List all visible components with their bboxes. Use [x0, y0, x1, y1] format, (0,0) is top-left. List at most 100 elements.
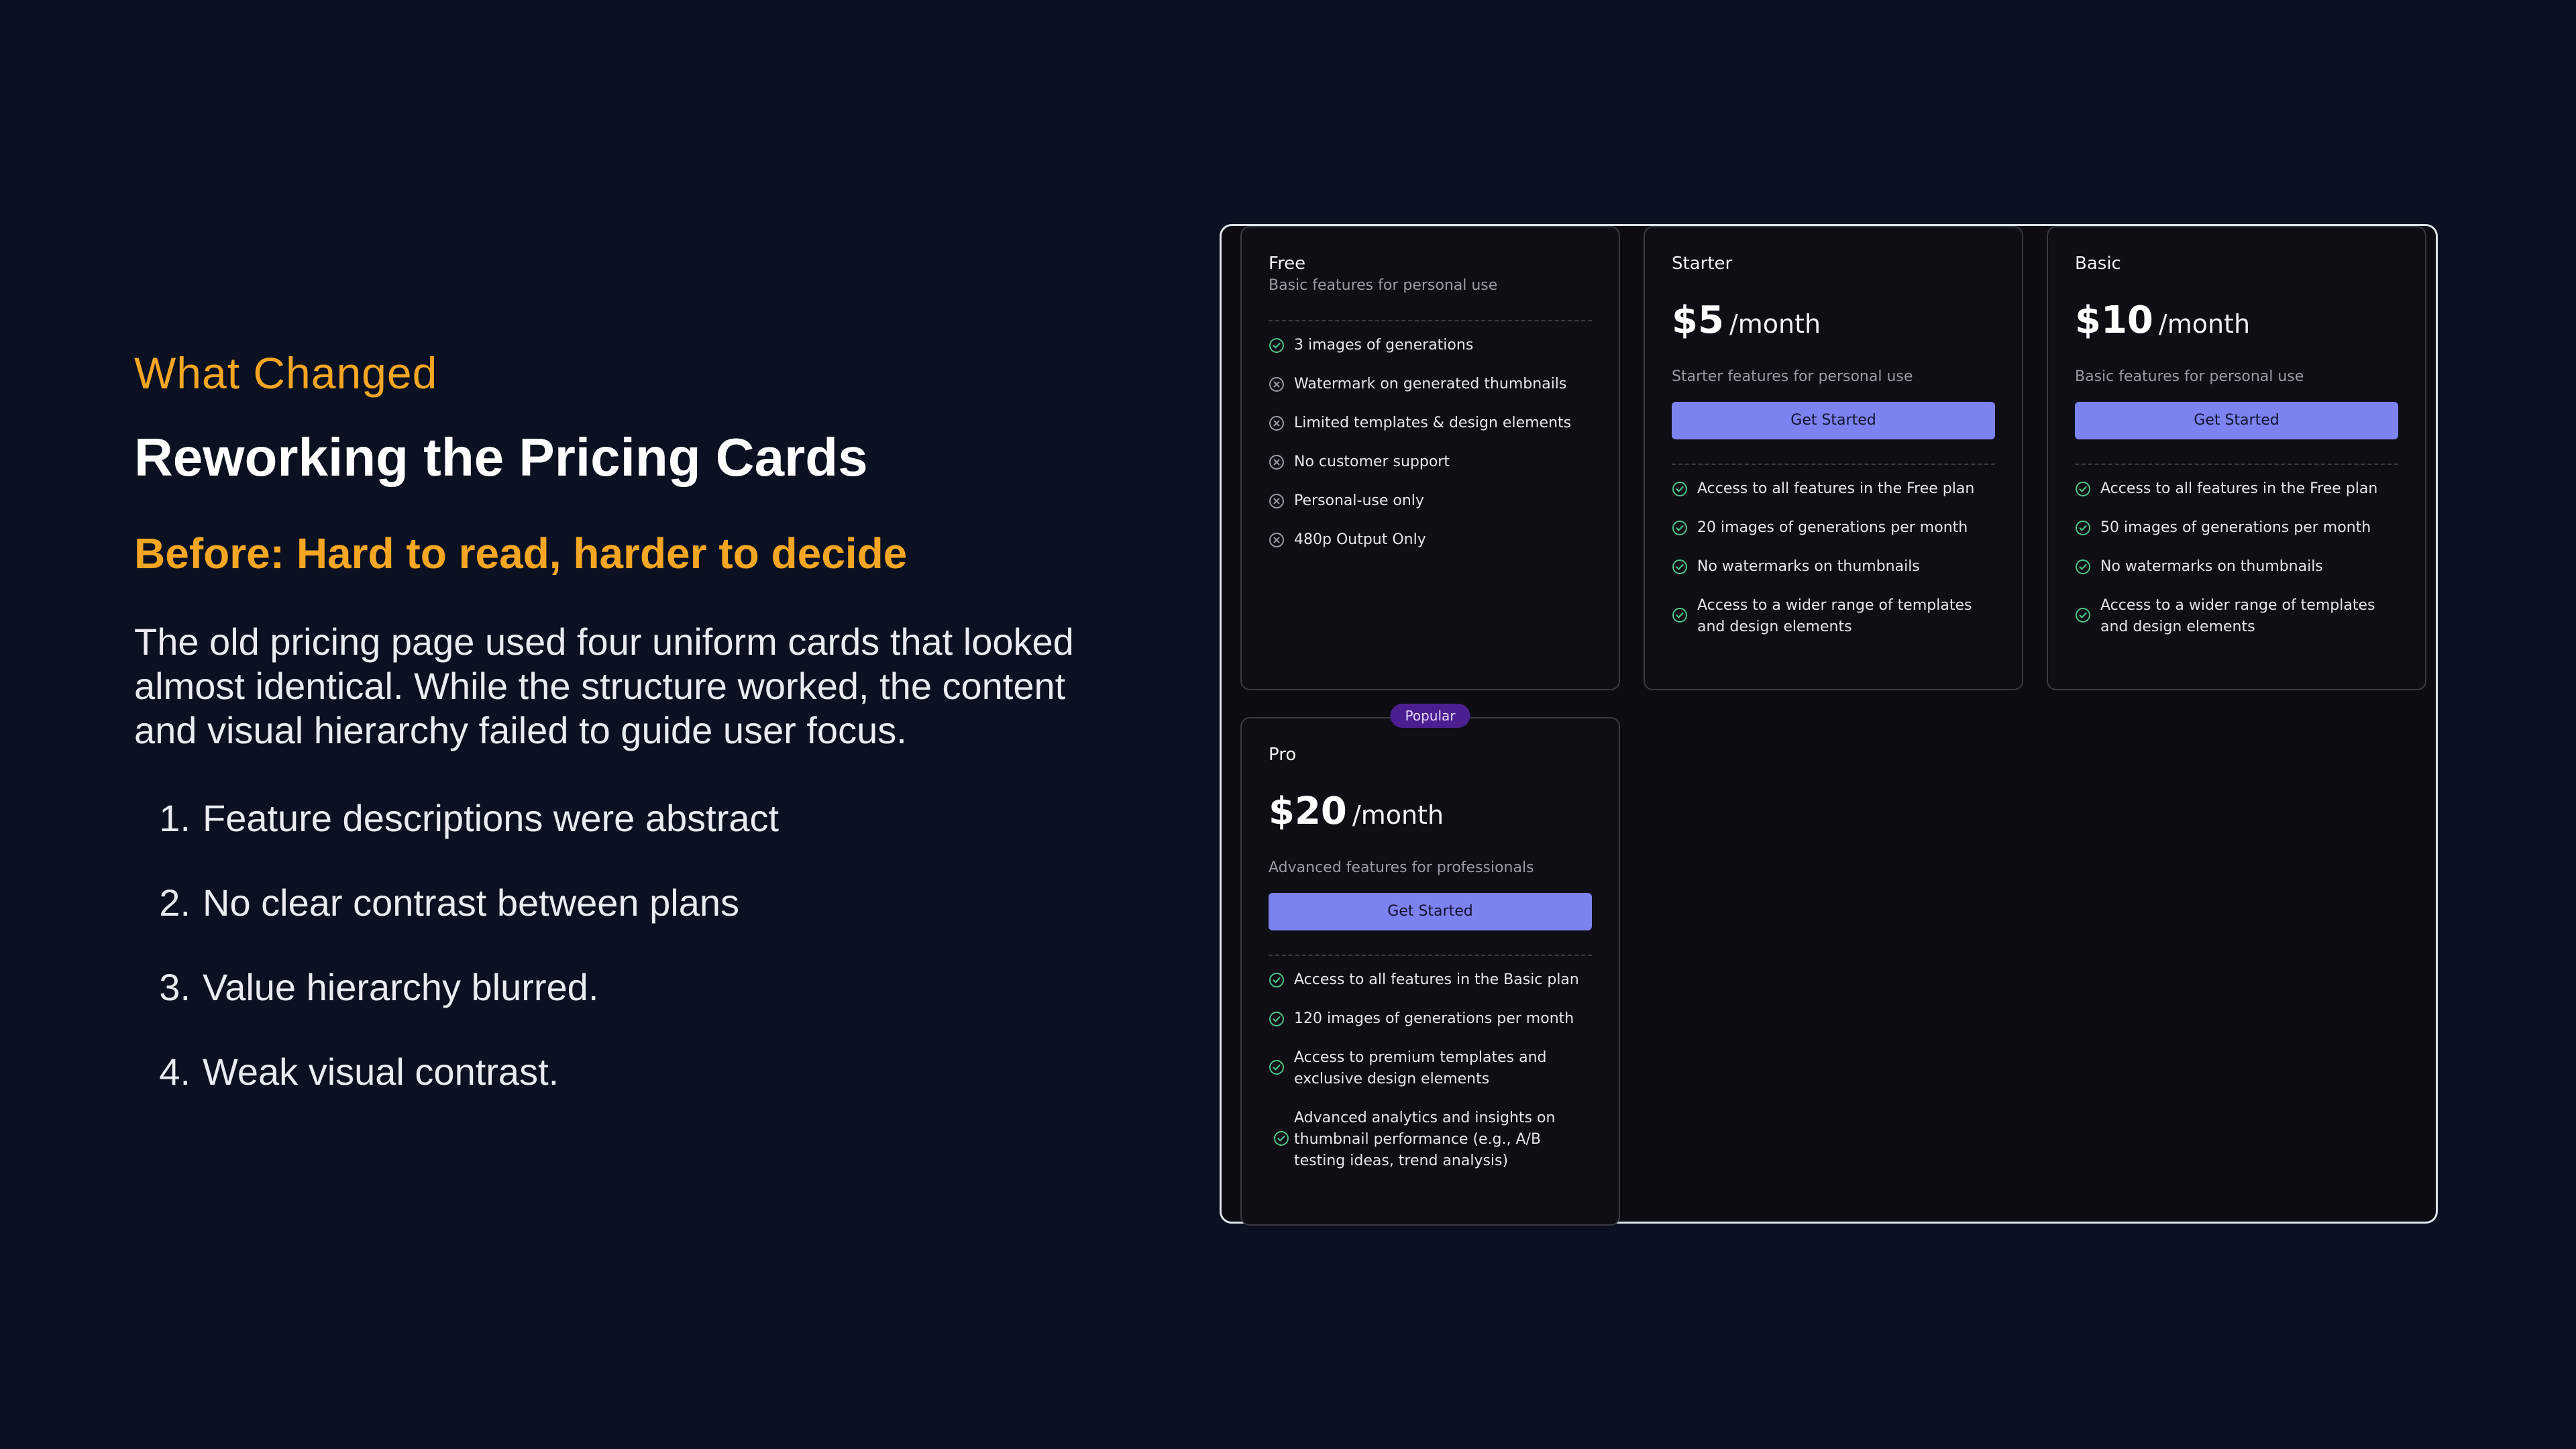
check-icon — [2075, 520, 2091, 536]
feature-text: Access to all features in the Free plan — [1697, 480, 1975, 497]
check-icon — [1672, 559, 1688, 575]
feature-text: No customer support — [1294, 453, 1450, 470]
feature-text: No watermarks on thumbnails — [1697, 558, 1920, 575]
plan-price: $5 — [1672, 299, 1724, 342]
feature-item: Access to all features in the Free plan — [2075, 478, 2398, 500]
pricing-screenshot-panel: Free Basic features for personal use 3 i… — [1220, 224, 2438, 1226]
problem-list: 1. Feature descriptions were abstract 2. N… — [145, 792, 779, 1130]
feature-text: 3 images of generations — [1294, 337, 1474, 354]
check-icon — [1273, 1130, 1289, 1146]
list-number: 3. — [159, 966, 191, 1008]
price-row: $20/month — [1269, 788, 1592, 835]
price-row: $5/month — [1672, 297, 1995, 344]
list-item: 4. Weak visual contrast. — [145, 1045, 779, 1130]
feature-text: 120 images of generations per month — [1294, 1010, 1574, 1027]
eyebrow-label: What Changed — [134, 348, 438, 398]
feature-text: Advanced analytics and insights on thumb… — [1294, 1110, 1556, 1169]
plan-period: /month — [1729, 309, 1821, 339]
feature-item: Advanced analytics and insights on thumb… — [1269, 1108, 1592, 1172]
check-icon — [2075, 559, 2091, 575]
x-circle-icon — [1269, 454, 1285, 470]
pricing-card-starter: Starter $5/month Starter features for pe… — [1644, 226, 2023, 690]
list-number: 4. — [159, 1051, 191, 1093]
feature-text: Access to all features in the Free plan — [2100, 480, 2378, 497]
get-started-button[interactable]: Get Started — [1269, 893, 1592, 930]
feature-item: 480p Output Only — [1269, 529, 1592, 551]
feature-list: Access to all features in the Free plan 5… — [2075, 478, 2398, 638]
check-icon — [1269, 337, 1285, 354]
feature-text: Access to a wider range of templates and… — [2100, 597, 2375, 635]
feature-text: 480p Output Only — [1294, 531, 1426, 548]
divider — [1672, 464, 1995, 465]
divider — [2075, 464, 2398, 465]
feature-item: 3 images of generations — [1269, 335, 1592, 356]
x-circle-icon — [1269, 376, 1285, 392]
check-icon — [1269, 1059, 1285, 1075]
feature-item: No watermarks on thumbnails — [2075, 556, 2398, 578]
get-started-button[interactable]: Get Started — [2075, 402, 2398, 439]
feature-list: Access to all features in the Basic plan… — [1269, 969, 1592, 1172]
plan-name: Free — [1269, 254, 1306, 274]
plan-price: $10 — [2075, 299, 2153, 342]
feature-item: 120 images of generations per month — [1269, 1008, 1592, 1030]
feature-item: Personal-use only — [1269, 490, 1592, 512]
pricing-card-basic: Basic $10/month Basic features for perso… — [2047, 226, 2426, 690]
slide-subtitle: Before: Hard to read, harder to decide — [134, 529, 908, 578]
feature-item: Access to a wider range of templates and… — [2075, 595, 2398, 638]
list-text: Value hierarchy blurred. — [203, 966, 599, 1008]
pricing-card-free: Free Basic features for personal use 3 i… — [1240, 226, 1620, 690]
pricing-card-pro: Popular Pro $20/month Advanced features … — [1240, 704, 1620, 1226]
feature-text: No watermarks on thumbnails — [2100, 558, 2323, 575]
plan-name: Pro — [1269, 745, 1297, 765]
check-icon — [2075, 481, 2091, 497]
feature-item: 50 images of generations per month — [2075, 517, 2398, 539]
list-text: Weak visual contrast. — [203, 1051, 559, 1093]
feature-item: Access to a wider range of templates and… — [1672, 595, 1995, 638]
x-circle-icon — [1269, 415, 1285, 431]
check-icon — [1672, 607, 1688, 623]
list-item: 1. Feature descriptions were abstract — [145, 792, 779, 876]
feature-text: Access to all features in the Basic plan — [1294, 971, 1579, 988]
slide-title: Reworking the Pricing Cards — [134, 427, 868, 487]
feature-item: Watermark on generated thumbnails — [1269, 374, 1592, 395]
feature-text: Access to premium templates and exclusiv… — [1294, 1049, 1547, 1087]
list-number: 2. — [159, 881, 191, 924]
feature-text: 20 images of generations per month — [1697, 519, 1968, 536]
feature-text: Limited templates & design elements — [1294, 415, 1572, 431]
list-number: 1. — [159, 797, 191, 839]
plan-period: /month — [1352, 800, 1444, 830]
feature-item: No watermarks on thumbnails — [1672, 556, 1995, 578]
feature-item: Access to all features in the Free plan — [1672, 478, 1995, 500]
divider — [1269, 955, 1592, 956]
feature-text: Watermark on generated thumbnails — [1294, 376, 1567, 392]
check-icon — [1672, 520, 1688, 536]
list-item: 2. No clear contrast between plans — [145, 876, 779, 961]
feature-text: 50 images of generations per month — [2100, 519, 2371, 536]
check-icon — [1269, 972, 1285, 988]
plan-description: Starter features for personal use — [1672, 368, 1913, 385]
feature-text: Access to a wider range of templates and… — [1697, 597, 1972, 635]
plan-description: Advanced features for professionals — [1269, 859, 1534, 876]
check-icon — [1672, 481, 1688, 497]
check-icon — [1269, 1011, 1285, 1027]
slide-description: The old pricing page used four uniform c… — [134, 621, 1074, 751]
plan-name: Starter — [1672, 254, 1733, 274]
feature-list: 3 images of generations Watermark on gene… — [1269, 335, 1592, 551]
list-text: No clear contrast between plans — [203, 881, 739, 924]
price-row: $10/month — [2075, 297, 2398, 344]
plan-name: Basic — [2075, 254, 2121, 274]
feature-text: Personal-use only — [1294, 492, 1424, 509]
feature-item: Access to premium templates and exclusiv… — [1269, 1047, 1592, 1090]
feature-item: Access to all features in the Basic plan — [1269, 969, 1592, 991]
plan-description: Basic features for personal use — [2075, 368, 2304, 385]
get-started-button[interactable]: Get Started — [1672, 402, 1995, 439]
feature-list: Access to all features in the Free plan 2… — [1672, 478, 1995, 638]
feature-item: 20 images of generations per month — [1672, 517, 1995, 539]
list-text: Feature descriptions were abstract — [203, 797, 780, 839]
list-item: 3. Value hierarchy blurred. — [145, 961, 779, 1045]
feature-item: Limited templates & design elements — [1269, 413, 1592, 434]
popular-badge: Popular — [1390, 704, 1470, 728]
plan-price: $20 — [1269, 790, 1347, 833]
divider — [1269, 320, 1592, 321]
check-icon — [2075, 607, 2091, 623]
